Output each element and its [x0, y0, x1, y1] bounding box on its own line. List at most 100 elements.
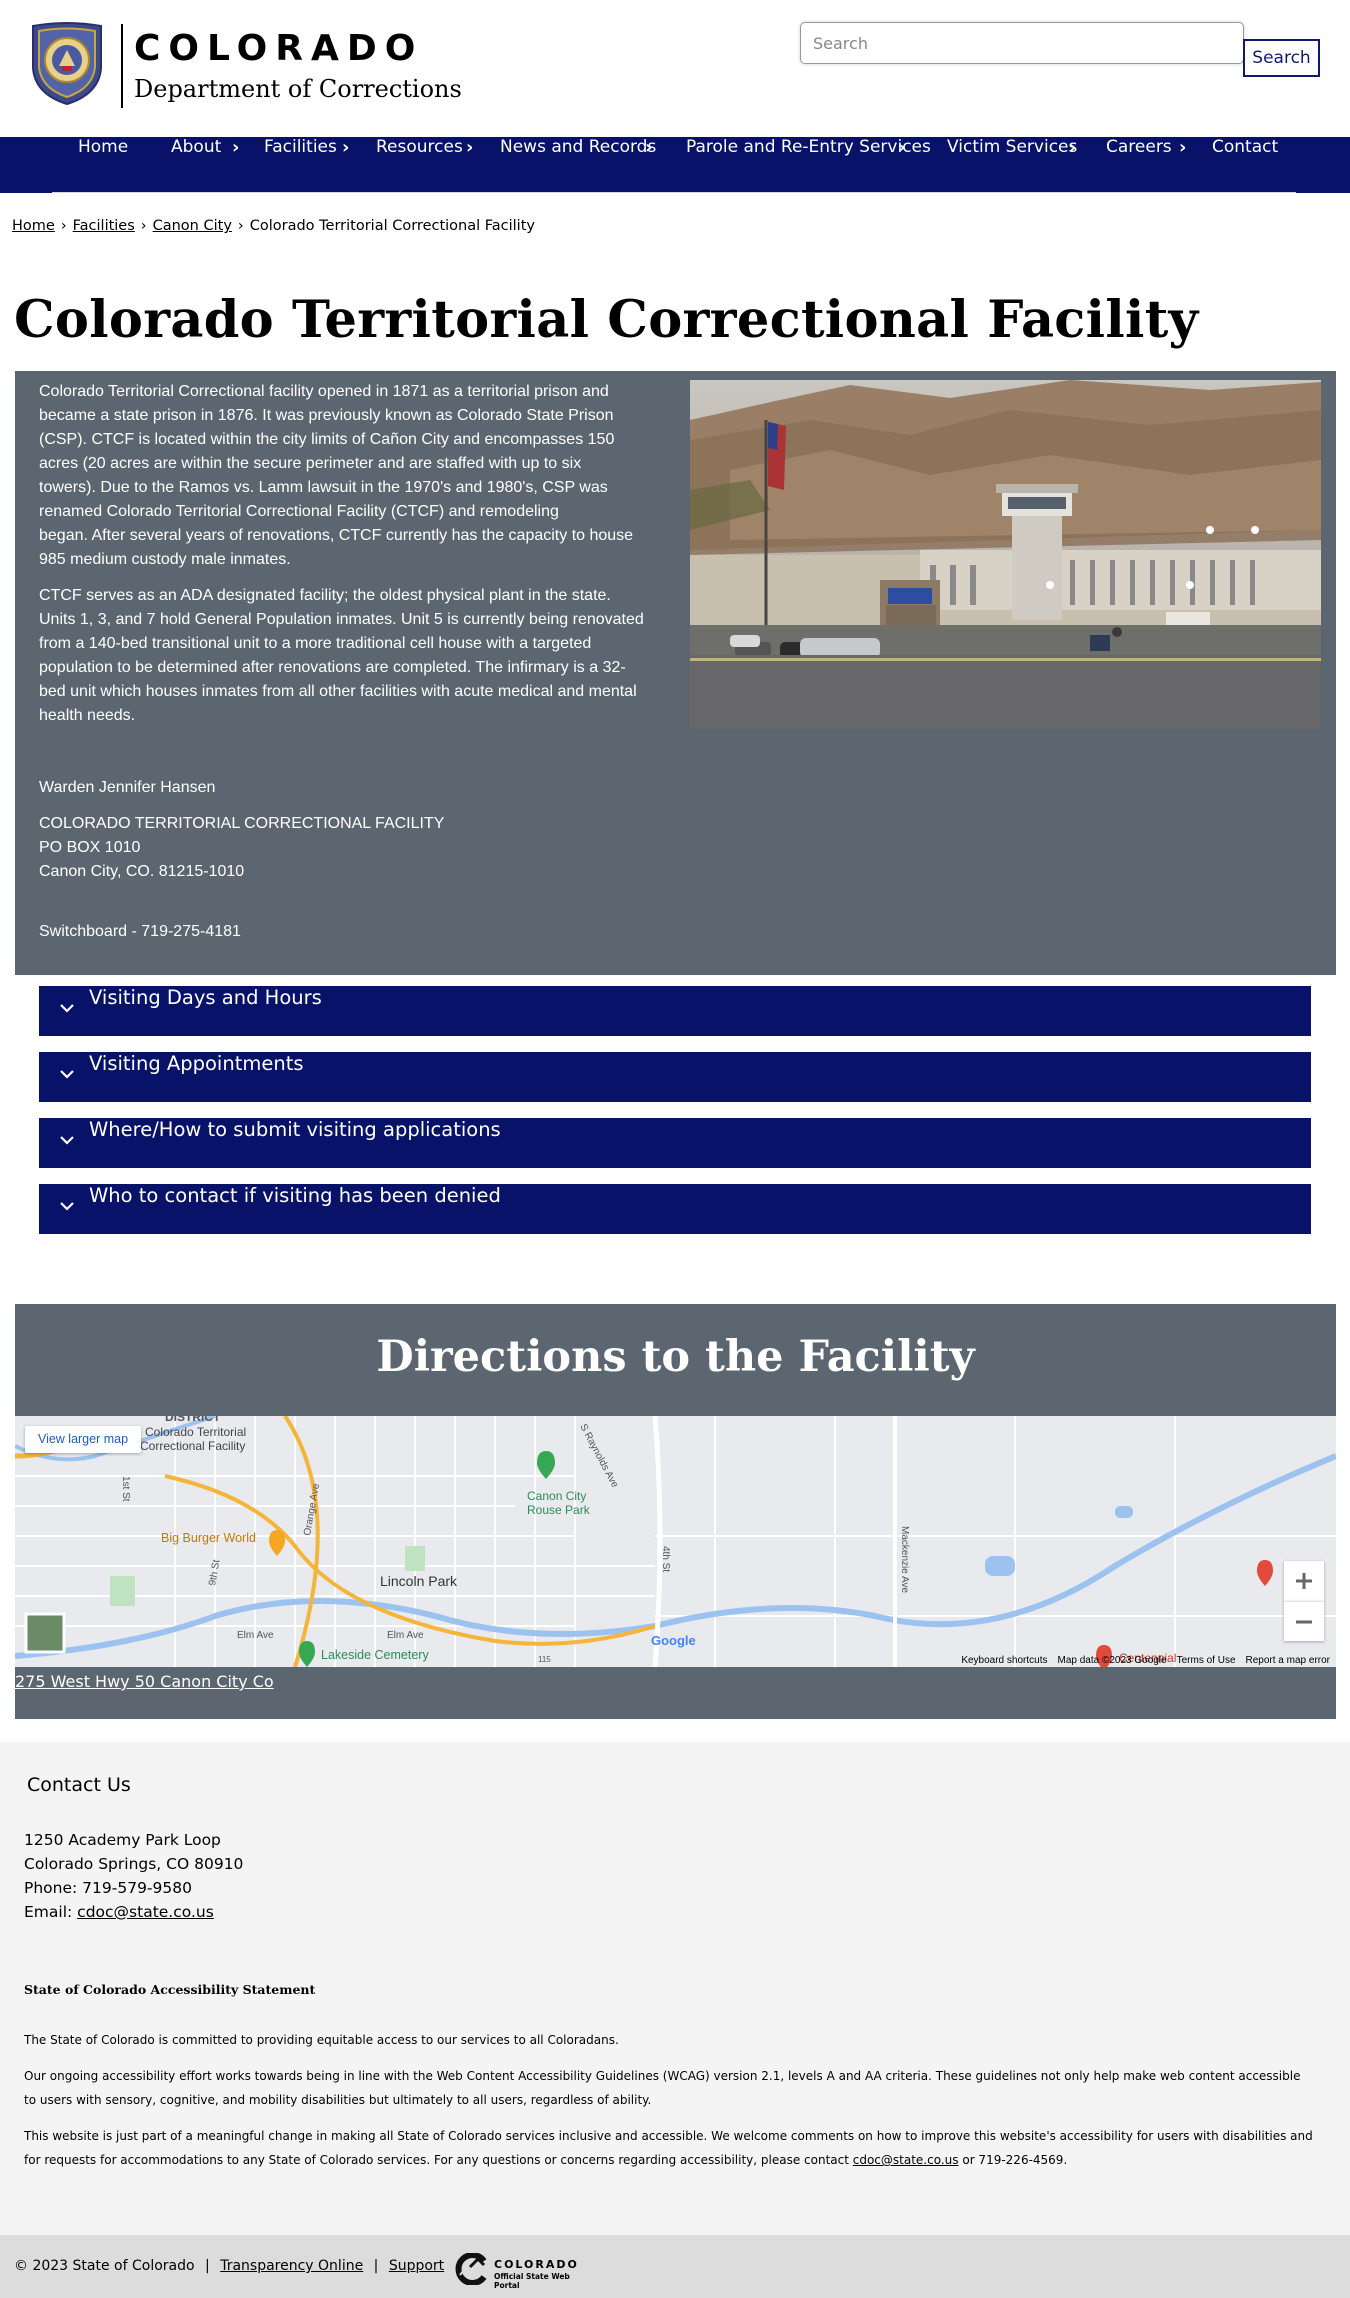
accordion-visiting-appointments[interactable]: Visiting Appointments [39, 1052, 1311, 1102]
chevron-down-icon [60, 1070, 74, 1079]
colorado-doc-seal-icon[interactable] [29, 22, 105, 106]
paragraph-line: health needs. [39, 707, 136, 724]
satellite-thumbnail[interactable] [24, 1612, 66, 1654]
breadcrumb-link-facilities[interactable]: Facilities [73, 218, 135, 234]
map-label: Canon City [527, 1489, 586, 1503]
chevron-right-icon[interactable]: › [898, 137, 905, 193]
facility-photo [690, 380, 1321, 729]
email-link[interactable]: cdoc@state.co.us [77, 1903, 214, 1921]
nav-item-news-and-records[interactable]: News and Records [500, 137, 656, 193]
accessibility-email-link[interactable]: cdoc@state.co.us [853, 2153, 959, 2167]
accessibility-text: This website is just part of a meaningfu… [24, 2129, 1313, 2167]
nav-item-contact[interactable]: Contact [1212, 137, 1278, 193]
transparency-online-link[interactable]: Transparency Online [220, 2258, 363, 2274]
state-portal-logo[interactable]: COLORADO Official State Web Portal [454, 2252, 594, 2290]
contact-address-line: Colorado Springs, CO 80910 [24, 1855, 244, 1873]
portal-logo-subtitle: Official State Web Portal [494, 2272, 570, 2290]
nav-item-about[interactable]: About [171, 137, 221, 193]
nav-item-parole-and-reentry[interactable]: Parole and Re-Entry Services [686, 137, 931, 193]
logo-state-name[interactable]: COLORADO [134, 27, 423, 71]
email-label: Email: [24, 1903, 73, 1921]
chevron-right-icon[interactable]: › [1179, 137, 1186, 193]
nav-item-victim-services[interactable]: Victim Services [947, 137, 1077, 193]
paragraph-line: Units 1, 3, and 7 hold General Populatio… [39, 611, 644, 628]
map-label: 4th St [660, 1546, 671, 1572]
accordion-visiting-days-and-hours[interactable]: Visiting Days and Hours [39, 986, 1311, 1036]
chevron-right-icon[interactable]: › [1069, 137, 1076, 193]
chevron-down-icon [60, 1202, 74, 1211]
chevron-right-icon[interactable]: › [466, 137, 473, 193]
address-line: Canon City, CO. 81215-1010 [39, 863, 245, 880]
map-label: 115 [538, 1655, 551, 1664]
accessibility-text: or 719-226-4569. [958, 2153, 1068, 2167]
search-input[interactable] [800, 22, 1244, 64]
accordion-label: Visiting Appointments [89, 1052, 304, 1075]
contact-address-line: 1250 Academy Park Loop [24, 1831, 221, 1849]
paragraph-line: population to be determined after renova… [39, 659, 626, 676]
facility-info-panel: Colorado Territorial Correctional facili… [15, 371, 1336, 975]
logo-department-name[interactable]: Department of Corrections [134, 74, 462, 104]
paragraph-line: Colorado Territorial Correctional facili… [39, 383, 609, 400]
map-label: Rouse Park [527, 1503, 591, 1517]
map-label: DISTRICT [165, 1416, 221, 1424]
embedded-map[interactable]: DISTRICT Colorado Territorial Correction… [15, 1416, 1336, 1667]
chevron-right-icon[interactable]: › [232, 137, 239, 193]
accessibility-heading: State of Colorado Accessibility Statemen… [24, 1982, 316, 1997]
chevron-right-icon[interactable]: › [342, 137, 349, 193]
nav-item-resources[interactable]: Resources [376, 137, 463, 193]
accordion-label: Visiting Days and Hours [89, 986, 322, 1009]
chevron-down-icon [60, 1136, 74, 1145]
breadcrumb-current: Colorado Territorial Correctional Facili… [249, 218, 535, 234]
nav-item-home[interactable]: Home [78, 137, 128, 193]
map-data-attribution: Map data ©2023 Google [1057, 1655, 1167, 1666]
colorado-c-logo-icon [455, 2253, 487, 2285]
copyright: © 2023 State of Colorado [14, 2258, 195, 2274]
map-canvas[interactable]: DISTRICT Colorado Territorial Correction… [15, 1416, 1336, 1667]
breadcrumb-separator: › [237, 218, 244, 234]
paragraph-line: became a state prison in 1876. It was pr… [39, 407, 614, 424]
portal-logo-name: COLORADO [494, 2258, 579, 2271]
map-label: Big Burger World [161, 1531, 256, 1545]
map-label: Elm Ave [237, 1630, 274, 1641]
zoom-in-button[interactable] [1284, 1561, 1324, 1601]
search-button[interactable]: Search [1243, 39, 1320, 77]
breadcrumb-link-home[interactable]: Home [12, 218, 55, 234]
accessibility-paragraph: Our ongoing accessibility effort works t… [24, 2069, 1301, 2107]
accordion-visiting-denied-contact[interactable]: Who to contact if visiting has been deni… [39, 1184, 1311, 1234]
map-label: Lincoln Park [380, 1573, 458, 1589]
paragraph-line: began. After several years of renovation… [39, 527, 634, 544]
map-label: 1st St [120, 1476, 131, 1502]
main-nav: Home About › Facilities › Resources › Ne… [0, 137, 1350, 193]
breadcrumb-separator: › [140, 218, 147, 234]
nav-item-careers[interactable]: Careers [1106, 137, 1172, 193]
breadcrumb-link-canon-city[interactable]: Canon City [153, 218, 232, 234]
chevron-right-icon[interactable]: › [645, 137, 652, 193]
site-header: COLORADO Department of Corrections Searc… [0, 0, 1350, 137]
accordion-label: Where/How to submit visiting application… [89, 1118, 501, 1141]
paragraph-line: acres (20 acres are within the secure pe… [39, 455, 582, 472]
report-map-error-link[interactable]: Report a map error [1246, 1655, 1330, 1666]
paragraph-line: from a 140-bed transitional unit to a mo… [39, 635, 592, 652]
breadcrumb-separator: › [60, 218, 67, 234]
bottom-bar: © 2023 State of Colorado | Transparency … [0, 2235, 1350, 2298]
page-title: Colorado Territorial Correctional Facili… [14, 290, 1199, 350]
directions-panel: Directions to the Facility DISTRICT Colo… [15, 1304, 1336, 1719]
keyboard-shortcuts-link[interactable]: Keyboard shortcuts [961, 1655, 1047, 1666]
accordion-submit-visiting-applications[interactable]: Where/How to submit visiting application… [39, 1118, 1311, 1168]
accessibility-paragraph: The State of Colorado is committed to pr… [24, 2033, 619, 2047]
chevron-down-icon [60, 1004, 74, 1013]
facility-ada-paragraph: CTCF serves as an ADA designated facilit… [39, 584, 669, 728]
terms-of-use-link[interactable]: Terms of Use [1177, 1655, 1236, 1666]
facility-address-link[interactable]: 275 West Hwy 50 Canon City Co [15, 1672, 274, 1691]
support-link[interactable]: Support [389, 2258, 444, 2274]
contact-phone: Phone: 719-579-9580 [24, 1879, 192, 1897]
accordion-label: Who to contact if visiting has been deni… [89, 1184, 501, 1207]
paragraph-line: renamed Colorado Territorial Correctiona… [39, 503, 559, 520]
nav-item-facilities[interactable]: Facilities [264, 137, 337, 193]
contact-heading: Contact Us [27, 1774, 131, 1796]
paragraph-line: CTCF serves as an ADA designated facilit… [39, 587, 611, 604]
nav-divider [52, 192, 1296, 193]
facility-history-paragraph: Colorado Territorial Correctional facili… [39, 380, 669, 572]
zoom-out-button[interactable] [1284, 1601, 1324, 1641]
view-larger-map-link[interactable]: View larger map [25, 1426, 141, 1453]
